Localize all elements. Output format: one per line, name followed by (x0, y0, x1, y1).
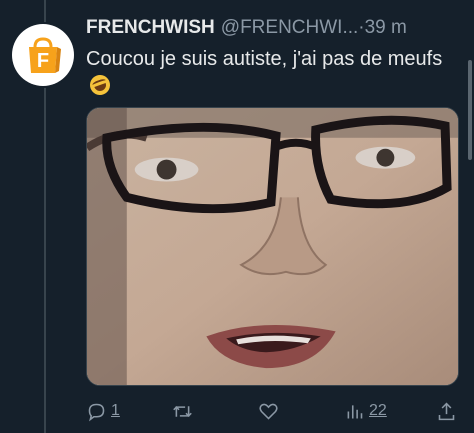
action-bar: 1 22 (86, 398, 459, 424)
tweet-text: Coucou je suis autiste, j'ai pas de meuf… (86, 46, 456, 100)
timestamp[interactable]: 39 m (365, 17, 407, 39)
like-button[interactable] (258, 398, 279, 424)
reply-count: 1 (111, 402, 120, 419)
author-handle[interactable]: @FRENCHWI... (221, 17, 359, 39)
tweet-header: FRENCHWISH @FRENCHWI... · 39 m (86, 14, 456, 42)
heart-icon (259, 403, 278, 420)
retweet-button[interactable] (172, 398, 193, 424)
tweet-media-image[interactable] (86, 107, 459, 386)
avatar-letter: F (37, 50, 49, 72)
share-button[interactable] (436, 398, 457, 424)
bar-chart-icon (347, 404, 363, 418)
laughing-emoji-icon (87, 72, 113, 98)
avatar[interactable]: F (12, 24, 74, 86)
shopping-bag-logo-icon: F (29, 37, 61, 73)
share-icon (438, 402, 455, 420)
views-button[interactable]: 22 (344, 398, 387, 424)
reply-icon (88, 403, 105, 421)
reply-button[interactable]: 1 (86, 398, 120, 424)
views-count: 22 (369, 402, 387, 419)
tweet-body: Coucou je suis autiste, j'ai pas de meuf… (86, 48, 443, 70)
face-photo-icon (87, 108, 458, 385)
tweet[interactable]: F FRENCHWISH @FRENCHWI... · 39 m Coucou … (0, 0, 474, 433)
retweet-icon (173, 405, 192, 417)
author-name[interactable]: FRENCHWISH (86, 17, 215, 39)
